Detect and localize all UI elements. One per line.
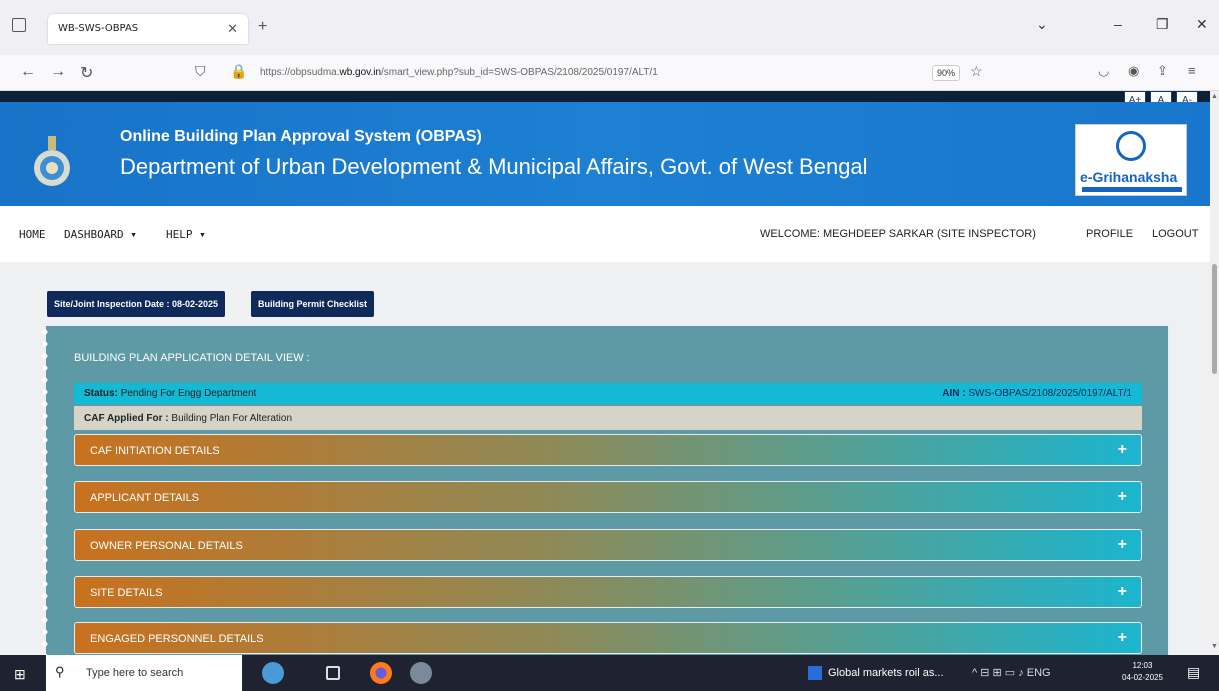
logo-tagline-bar [1082, 187, 1182, 192]
language-indicator[interactable]: ENG [1027, 667, 1051, 679]
chevron-down-icon[interactable]: ⌄ [1036, 16, 1048, 33]
menu-logout[interactable]: LOGOUT [1152, 228, 1198, 240]
main-menu: HOME DASHBOARD ▾ HELP ▾ WELCOME: MEGHDEE… [0, 206, 1210, 262]
tab-list-icon[interactable] [12, 18, 26, 32]
clock-date: 04-02-2025 [1122, 673, 1163, 682]
system-tray[interactable]: ^ ⊟ ⊞ ▭ ♪ ENG [972, 666, 1051, 679]
zoom-level[interactable]: 90% [932, 65, 961, 81]
scroll-down-icon[interactable]: ▼ [1211, 643, 1218, 650]
status-row: Status: Pending For Engg Department AIN … [74, 383, 1142, 404]
menu-profile[interactable]: PROFILE [1086, 228, 1133, 240]
clock-time: 12:03 [1132, 661, 1153, 670]
caf-applied-text: CAF Applied For : Building Plan For Alte… [84, 413, 293, 424]
search-placeholder: Type here to search [86, 667, 184, 679]
back-icon[interactable]: ← [20, 63, 36, 81]
section-applicant[interactable]: APPLICANT DETAILS + [74, 481, 1142, 513]
panel-heading: BUILDING PLAN APPLICATION DETAIL VIEW : [74, 352, 310, 364]
west-bengal-emblem-icon [34, 136, 70, 186]
address-bar[interactable]: ⛉ 🔒 https://obpsudma.wb.gov.in/smart_vie… [180, 60, 1000, 86]
expand-icon[interactable]: + [1118, 488, 1127, 506]
pocket-icon[interactable]: ◡ [1098, 63, 1109, 79]
bookmark-star-icon[interactable]: ☆ [970, 63, 983, 80]
header-banner: Online Building Plan Approval System (OB… [0, 102, 1210, 206]
close-tab-icon[interactable]: ✕ [227, 21, 238, 37]
expand-icon[interactable]: + [1118, 583, 1127, 601]
shield-icon[interactable]: ⛉ [195, 63, 206, 80]
search-icon: ⚲ [55, 664, 65, 679]
logo-text: e-Grihanaksha [1080, 169, 1178, 185]
taskbar-clock[interactable]: 12:03 04-02-2025 [1122, 660, 1163, 684]
section-label: OWNER PERSONAL DETAILS [90, 540, 243, 552]
decorative-dots [41, 326, 49, 655]
menu-dashboard[interactable]: DASHBOARD ▾ [64, 228, 137, 241]
paint-icon[interactable] [410, 662, 432, 684]
section-caf-initiation[interactable]: CAF INITIATION DETAILS + [74, 434, 1142, 466]
banner-title: Online Building Plan Approval System (OB… [120, 128, 482, 145]
url-text: https://obpsudma.wb.gov.in/smart_view.ph… [260, 67, 658, 78]
windows-taskbar: ⊞ ⚲ Type here to search Global markets r… [0, 655, 1219, 691]
account-icon[interactable]: ◉ [1128, 63, 1139, 79]
lock-icon[interactable]: 🔒 [230, 63, 247, 80]
caf-applied-row: CAF Applied For : Building Plan For Alte… [74, 406, 1142, 430]
menu-home[interactable]: HOME [19, 228, 46, 241]
news-widget[interactable]: Global markets roil as... [808, 666, 944, 680]
section-site[interactable]: SITE DETAILS + [74, 576, 1142, 608]
close-window-icon[interactable]: ✕ [1196, 16, 1208, 33]
section-engaged-personnel[interactable]: ENGAGED PERSONNEL DETAILS + [74, 622, 1142, 654]
extensions-icon[interactable]: ⇪ [1157, 63, 1168, 79]
banner-department: Department of Urban Development & Munici… [120, 154, 868, 179]
inspection-date-button[interactable]: Site/Joint Inspection Date : 08-02-2025 [47, 291, 226, 317]
expand-icon[interactable]: + [1118, 629, 1127, 647]
navigation-toolbar: ← → ↻ ⛉ 🔒 https://obpsudma.wb.gov.in/sma… [0, 55, 1219, 91]
notification-icon[interactable]: ▤ [1187, 664, 1200, 681]
expand-icon[interactable]: + [1118, 536, 1127, 554]
section-label: CAF INITIATION DETAILS [90, 445, 220, 457]
menu-help[interactable]: HELP ▾ [166, 228, 206, 241]
task-view-icon[interactable] [326, 666, 340, 680]
section-label: ENGAGED PERSONNEL DETAILS [90, 633, 264, 645]
page-scrollbar[interactable]: ▲ ▼ [1210, 91, 1219, 655]
windows-start-icon[interactable]: ⊞ [14, 666, 26, 683]
restore-icon[interactable]: ❐ [1156, 16, 1169, 33]
scroll-up-icon[interactable]: ▲ [1211, 93, 1218, 100]
new-tab-icon[interactable]: + [258, 18, 267, 36]
weather-icon[interactable] [262, 662, 284, 684]
application-detail-panel: BUILDING PLAN APPLICATION DETAIL VIEW : … [41, 324, 1170, 655]
tab-title: WB-SWS-OBPAS [58, 23, 139, 34]
expand-icon[interactable]: + [1118, 441, 1127, 459]
taskbar-search[interactable]: ⚲ Type here to search [46, 655, 242, 691]
top-strip [0, 91, 1210, 102]
menu-icon[interactable]: ≡ [1188, 63, 1196, 78]
forward-icon[interactable]: → [50, 63, 66, 81]
reload-icon[interactable]: ↻ [80, 63, 93, 83]
content-area: Site/Joint Inspection Date : 08-02-2025 … [0, 262, 1210, 655]
section-owner-personal[interactable]: OWNER PERSONAL DETAILS + [74, 529, 1142, 561]
section-label: SITE DETAILS [90, 587, 163, 599]
ain-text: AIN : SWS-OBPAS/2108/2025/0197/ALT/1 [942, 388, 1132, 399]
minimize-icon[interactable]: – [1114, 16, 1122, 32]
building-permit-checklist-button[interactable]: Building Permit Checklist [251, 291, 375, 317]
scroll-thumb[interactable] [1212, 264, 1217, 374]
browser-tab-bar: WB-SWS-OBPAS ✕ + ⌄ – ❐ ✕ [0, 0, 1219, 55]
e-grihanaksha-logo: e-Grihanaksha [1075, 124, 1187, 196]
status-text: Status: Pending For Engg Department [84, 388, 257, 399]
house-icon [1116, 131, 1146, 161]
browser-tab[interactable]: WB-SWS-OBPAS ✕ [48, 14, 248, 44]
news-icon [808, 666, 822, 680]
welcome-text: WELCOME: MEGHDEEP SARKAR (SITE INSPECTOR… [760, 228, 1036, 240]
firefox-icon[interactable] [370, 662, 392, 684]
web-page: A+ A A- Online Building Plan Approval Sy… [0, 91, 1210, 655]
section-label: APPLICANT DETAILS [90, 492, 200, 504]
